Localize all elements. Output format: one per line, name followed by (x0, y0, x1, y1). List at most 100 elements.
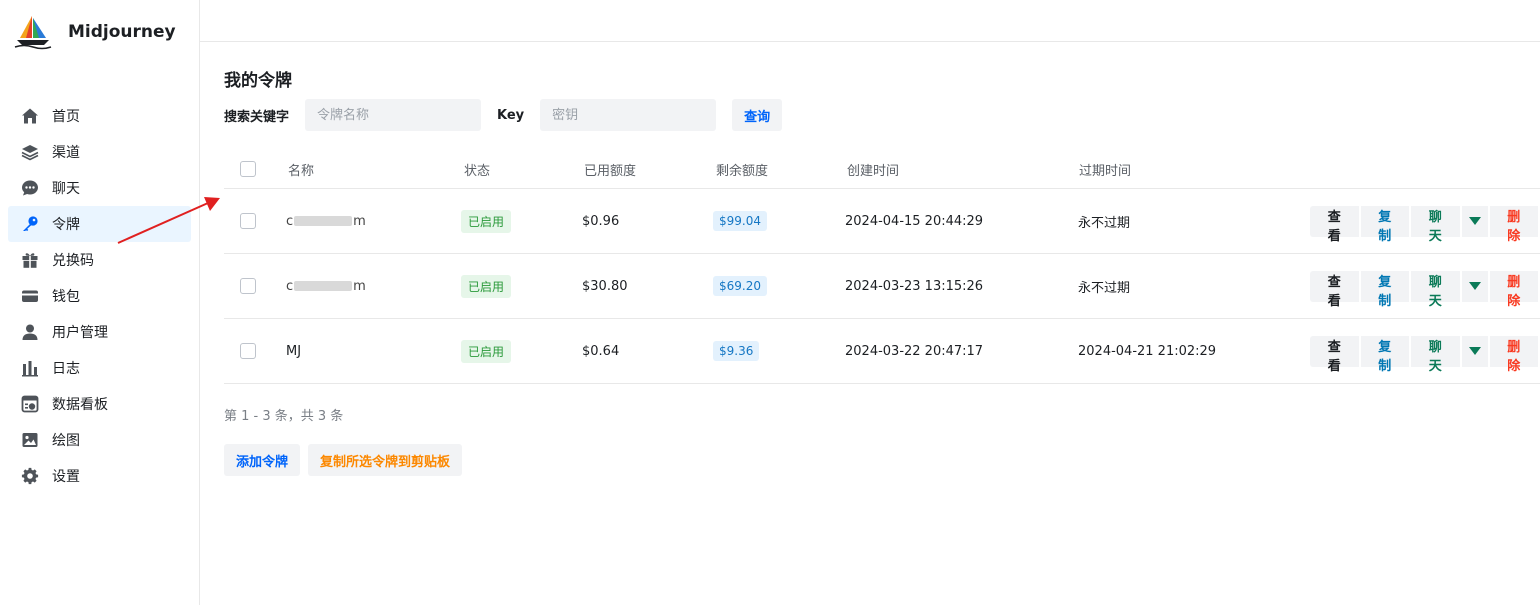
created-time: 2024-04-15 20:44:29 (845, 213, 984, 229)
sidebar-item-label: 首页 (52, 109, 80, 125)
row-actions: 查看 复制 聊天 删除 (1310, 254, 1540, 318)
caret-down-icon (1468, 216, 1481, 225)
header-status[interactable]: 状态 (464, 150, 490, 188)
sidebar-item-label: 绘图 (52, 433, 80, 449)
sidebar-item-redeem[interactable]: 兑换码 (8, 242, 191, 278)
layers-icon (20, 142, 40, 162)
sidebar-item-label: 渠道 (52, 145, 80, 161)
token-name-prefix: c (286, 213, 294, 229)
midjourney-logo (14, 16, 52, 50)
sidebar-item-tokens[interactable]: 令牌 (8, 206, 191, 242)
image-icon (20, 430, 40, 450)
chat-button[interactable]: 聊天 (1411, 270, 1460, 309)
view-button[interactable]: 查看 (1310, 335, 1359, 374)
header-expires[interactable]: 过期时间 (1079, 150, 1131, 188)
page-title: 我的令牌 (224, 71, 292, 91)
sidebar-item-users[interactable]: 用户管理 (8, 314, 191, 350)
redacted-mask (294, 281, 353, 291)
delete-button[interactable]: 删除 (1489, 335, 1538, 374)
table-row: MJ 已启用 $0.64 $9.36 2024-03-22 20:47:17 2… (224, 319, 1540, 384)
tokens-table: 名称 状态 已用额度 剩余额度 创建时间 过期时间 cm 已启用 $0.96 $… (224, 150, 1540, 384)
view-button[interactable]: 查看 (1310, 270, 1359, 309)
sidebar-item-label: 兑换码 (52, 253, 94, 269)
sidebar-item-label: 钱包 (52, 289, 80, 305)
expire-time: 2024-04-21 21:02:29 (1078, 343, 1217, 359)
select-all-checkbox[interactable] (240, 161, 256, 177)
sidebar-item-settings[interactable]: 设置 (8, 458, 191, 494)
brand-name: Midjourney (68, 22, 176, 42)
row-checkbox[interactable] (240, 278, 256, 294)
sidebar-item-channels[interactable]: 渠道 (8, 134, 191, 170)
key-input[interactable] (540, 99, 717, 131)
chat-icon (20, 178, 40, 198)
top-bar (200, 0, 1540, 42)
gear-icon (20, 466, 40, 486)
copy-selected-tokens-button[interactable]: 复制所选令牌到剪贴板 (308, 444, 463, 476)
status-badge: 已启用 (461, 274, 512, 298)
add-token-button[interactable]: 添加令牌 (224, 444, 301, 476)
sidebar-item-drawing[interactable]: 绘图 (8, 422, 191, 458)
delete-button[interactable]: 删除 (1489, 205, 1538, 244)
search-bar: 搜索关键字 Key 查询 (224, 99, 783, 131)
remaining-quota-badge: $99.04 (713, 211, 767, 231)
gift-icon (20, 250, 40, 270)
home-icon (20, 106, 40, 126)
used-quota: $0.64 (582, 343, 620, 359)
caret-down-icon (1468, 281, 1481, 290)
brand[interactable]: Midjourney (14, 14, 176, 50)
caret-down-icon (1468, 346, 1481, 355)
header-created[interactable]: 创建时间 (847, 150, 899, 188)
token-name: cm (286, 189, 366, 253)
status-badge: 已启用 (461, 339, 512, 363)
chat-button[interactable]: 聊天 (1411, 205, 1460, 244)
sidebar-item-label: 数据看板 (52, 397, 108, 413)
remaining-quota-badge: $9.36 (713, 341, 760, 361)
table-row: cm 已启用 $0.96 $99.04 2024-04-15 20:44:29 … (224, 189, 1540, 254)
sidebar-item-chat[interactable]: 聊天 (8, 170, 191, 206)
token-name: MJ (286, 343, 302, 359)
token-name-suffix: m (353, 278, 366, 294)
header-used[interactable]: 已用额度 (584, 150, 636, 188)
table-row: cm 已启用 $30.80 $69.20 2024-03-23 13:15:26… (224, 254, 1540, 319)
sidebar-item-label: 令牌 (52, 217, 80, 233)
query-button[interactable]: 查询 (732, 99, 783, 131)
used-quota: $0.96 (582, 213, 620, 229)
bar-chart-icon (20, 358, 40, 378)
sidebar-item-dashboard[interactable]: 数据看板 (8, 386, 191, 422)
sidebar-item-wallet[interactable]: 钱包 (8, 278, 191, 314)
header-remaining[interactable]: 剩余额度 (716, 150, 768, 188)
sidebar-item-label: 聊天 (52, 181, 80, 197)
copy-button[interactable]: 复制 (1360, 335, 1409, 374)
header-name[interactable]: 名称 (288, 150, 314, 188)
row-actions: 查看 复制 聊天 删除 (1310, 189, 1540, 253)
chat-dropdown-button[interactable] (1461, 270, 1488, 302)
key-icon (20, 214, 40, 234)
sidebar-item-label: 设置 (52, 469, 80, 485)
sidebar-item-logs[interactable]: 日志 (8, 350, 191, 386)
delete-button[interactable]: 删除 (1489, 270, 1538, 309)
token-name-input[interactable] (305, 99, 482, 131)
chat-button[interactable]: 聊天 (1411, 335, 1460, 374)
keyword-label: 搜索关键字 (224, 109, 290, 125)
sidebar-nav: 首页 渠道 聊天 令牌 兑换码 钱包 用户管理 日志 数据看板 绘图 设置 (8, 98, 191, 494)
copy-button[interactable]: 复制 (1360, 205, 1409, 244)
chat-dropdown-button[interactable] (1461, 205, 1488, 237)
sidebar-item-home[interactable]: 首页 (8, 98, 191, 134)
dashboard-icon (20, 394, 40, 414)
bottom-actions: 添加令牌 复制所选令牌到剪贴板 (224, 444, 463, 476)
token-name: cm (286, 254, 366, 318)
chat-dropdown-button[interactable] (1461, 335, 1488, 367)
copy-button[interactable]: 复制 (1360, 270, 1409, 309)
redacted-mask (294, 216, 353, 226)
pagination-info: 第 1 - 3 条，共 3 条 (224, 409, 344, 424)
key-label: Key (497, 107, 525, 123)
expire-time: 永不过期 (1078, 215, 1131, 231)
status-badge: 已启用 (461, 209, 512, 233)
table-header: 名称 状态 已用额度 剩余额度 创建时间 过期时间 (224, 150, 1540, 189)
row-checkbox[interactable] (240, 213, 256, 229)
user-icon (20, 322, 40, 342)
sidebar: Midjourney 首页 渠道 聊天 令牌 兑换码 钱包 用户管理 日志 数据… (0, 0, 200, 605)
expire-time: 永不过期 (1078, 280, 1131, 296)
row-checkbox[interactable] (240, 343, 256, 359)
view-button[interactable]: 查看 (1310, 205, 1359, 244)
